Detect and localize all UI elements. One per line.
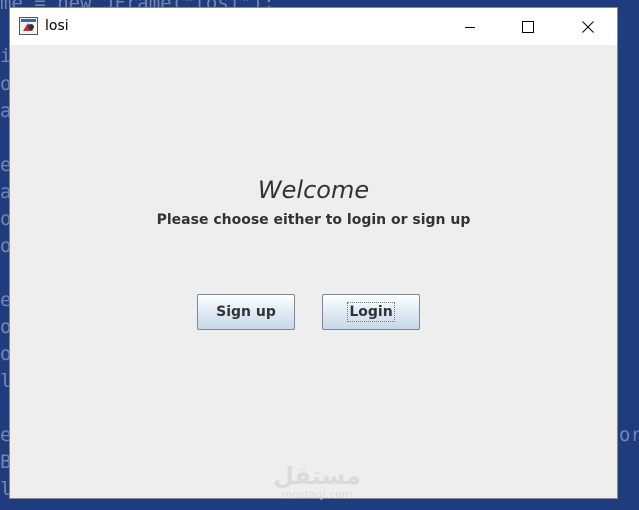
- maximize-icon: [522, 20, 534, 33]
- minimize-button[interactable]: [441, 8, 499, 45]
- code-line: or: [619, 424, 639, 446]
- watermark-arabic: مستقل: [273, 462, 361, 490]
- close-button[interactable]: [559, 8, 617, 45]
- java-app-icon: [19, 17, 38, 35]
- watermark: مستقل mostaql.com: [272, 463, 362, 501]
- welcome-heading: Welcome: [257, 176, 370, 204]
- maximize-button[interactable]: [499, 8, 557, 45]
- app-window: losi Welcome Please choose either to log…: [10, 8, 617, 501]
- signup-button[interactable]: Sign up: [197, 294, 295, 330]
- watermark-latin: mostaql.com: [281, 488, 353, 501]
- content-panel: Welcome Please choose either to login or…: [10, 45, 617, 501]
- close-icon: [582, 20, 594, 33]
- login-button[interactable]: Login: [322, 294, 420, 330]
- signup-button-label: Sign up: [216, 304, 276, 320]
- minimize-icon: [465, 26, 475, 28]
- instruction-text: Please choose either to login or sign up: [156, 212, 471, 228]
- title-bar[interactable]: losi: [10, 8, 617, 45]
- login-button-label: Login: [347, 302, 395, 322]
- window-title: losi: [45, 18, 69, 34]
